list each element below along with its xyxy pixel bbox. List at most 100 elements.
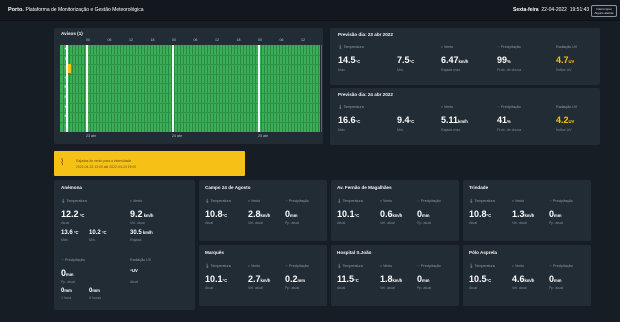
chart-gridline (156, 45, 157, 132)
thermometer-icon: 🌡︎ (338, 45, 343, 49)
alerts-timeline-chart[interactable] (60, 45, 322, 132)
chart-gridline (300, 45, 301, 132)
chart-gridline (69, 45, 70, 132)
day-label-2: 24 abr (172, 134, 183, 138)
chart-row-divider (60, 121, 320, 123)
anemona-precip-1h: 0mm (61, 288, 72, 294)
station-temp-value: 11.5°C (337, 274, 359, 284)
station-temp-value: 10.8°C (469, 209, 492, 219)
anemona-max-sub: Máx. (61, 238, 69, 242)
anemona-temp-label: 🌡︎Temperatura (61, 199, 87, 203)
chart-gridline (84, 45, 85, 132)
chart-gridline (144, 45, 145, 132)
forecast-uv-sub: Índice UV (556, 128, 572, 132)
chart-gridline (114, 45, 115, 132)
anemona-max-value: 13.6 °C (61, 230, 79, 236)
station-name: Campo 24 de Agosto (205, 185, 251, 190)
forecast-wind-label: ≈Vento (441, 105, 454, 109)
station-precip-label: ⁘Precipitação (417, 264, 441, 268)
thermometer-icon: 🌡︎ (205, 199, 210, 203)
station-name: Marquês (205, 250, 224, 255)
station-temp-label: 🌡︎Temperatura (469, 199, 495, 203)
anemona-1h-sub: 1 hora (61, 296, 72, 300)
chart-gridline (234, 45, 235, 132)
station-precip-sub: Pp. atual (549, 286, 564, 290)
station-wind-label: ≈Vento (248, 199, 261, 203)
station-wind-value: 1.3km/h (512, 209, 535, 219)
forecast-precip-label: ⁘Precipitação (497, 45, 521, 49)
station-wind-sub: Vel. atual (380, 286, 395, 290)
chart-gridline (315, 45, 316, 132)
forecast-title: Previsão dia: 23 abr 2022 (338, 32, 393, 37)
forecast-uv-label: Radiação UV (556, 105, 578, 109)
station-temp-sub: Atual (205, 286, 214, 290)
anemona-uv-sub: Atual (130, 280, 139, 284)
station-temp-value: 10.1°C (337, 209, 360, 219)
rain-icon: ⁘ (549, 264, 553, 268)
station-wind-value: 2.8km/h (248, 209, 271, 219)
day-divider-line (172, 45, 174, 132)
chart-gridline (261, 45, 262, 132)
hour-tick-label: 06 (107, 38, 112, 42)
wind-icon: ≈ (248, 264, 250, 268)
alert-text-1: Rajadas de vento para a intensidade (76, 159, 132, 163)
chart-gridline (318, 45, 319, 132)
forecast-wind: 5.11km/h (441, 115, 468, 125)
forecast-min-temp: 7.5°C (397, 55, 415, 65)
chart-gridline (192, 45, 193, 132)
station-precip-sub: Pp. atual (285, 286, 300, 290)
anemona-wind-value: 9.2 km/h (130, 209, 154, 219)
chart-gridline (225, 45, 226, 132)
chart-gridline (117, 45, 118, 132)
date: 22-04-2022 (541, 7, 567, 13)
chart-row-divider (60, 102, 320, 104)
chart-gridline (291, 45, 292, 132)
station-wind-label: ≈Vento (380, 264, 393, 268)
rain-icon: ⌇ (64, 55, 67, 61)
station-wind-label: ≈Vento (380, 199, 393, 203)
station-temp-label: 🌡︎Temperatura (469, 264, 495, 268)
anemona-min-sub: Mín. (89, 238, 96, 242)
anemona-6h-sub: 6 horas (89, 296, 101, 300)
station-precip-label: ⁘Precipitação (549, 199, 573, 203)
anemona-precip-sub: Pp. atual (61, 280, 76, 284)
station-name: Pólo Asprela (469, 250, 497, 255)
cold-icon: ☀ (63, 103, 68, 109)
chart-gridline (231, 45, 232, 132)
mute-alerts-button[interactable]: Interromper Alguns alertas (591, 5, 617, 17)
station-wind-sub: Vel. atual (512, 221, 527, 225)
chart-gridline (222, 45, 223, 132)
station-temp-sub: Atual (469, 286, 478, 290)
forecast-max-temp: 14.5°C (338, 55, 361, 65)
chart-gridline (141, 45, 142, 132)
wind-icon: ≈ (130, 199, 132, 203)
station-name: Av. Fernão de Magalhães (337, 185, 392, 190)
chart-gridline (81, 45, 82, 132)
forecast-min-sub: Mín. (397, 128, 404, 132)
fog-icon: ❄ (63, 84, 68, 90)
chart-gridline (273, 45, 274, 132)
rain-icon: ⁘ (549, 199, 553, 203)
wind-warning-cell[interactable] (68, 64, 71, 73)
chart-gridline (312, 45, 313, 132)
rain-icon: ⁘ (285, 199, 289, 203)
chart-gridline (111, 45, 112, 132)
hour-tick-label: 00 (172, 38, 176, 42)
chart-row-divider (60, 54, 320, 56)
app-title: Porto. Plataforma de Monitorização e Ges… (8, 7, 144, 13)
station-precip-sub: Pp. atual (417, 221, 432, 225)
wind-alert-banner[interactable]: ⌇ Rajadas de vento para a intensidade 20… (54, 151, 245, 176)
thermometer-icon: 🌡︎ (338, 105, 343, 109)
forecast-max-sub: Máx. (338, 128, 346, 132)
forecast-precip: 99% (497, 55, 511, 65)
chart-gridline (243, 45, 244, 132)
anemona-gust-value: 30.5 km/h (130, 230, 153, 236)
chart-gridline (186, 45, 187, 132)
chart-gridline (105, 45, 106, 132)
station-wind-label: ≈Vento (512, 264, 525, 268)
chart-gridline (285, 45, 286, 132)
chart-gridline (129, 45, 130, 132)
station-wind-value: 2.7km/h (248, 274, 271, 284)
anemona-temp-value: 12.2 °C (61, 209, 85, 219)
weekday: Sexta-feira (513, 7, 539, 13)
